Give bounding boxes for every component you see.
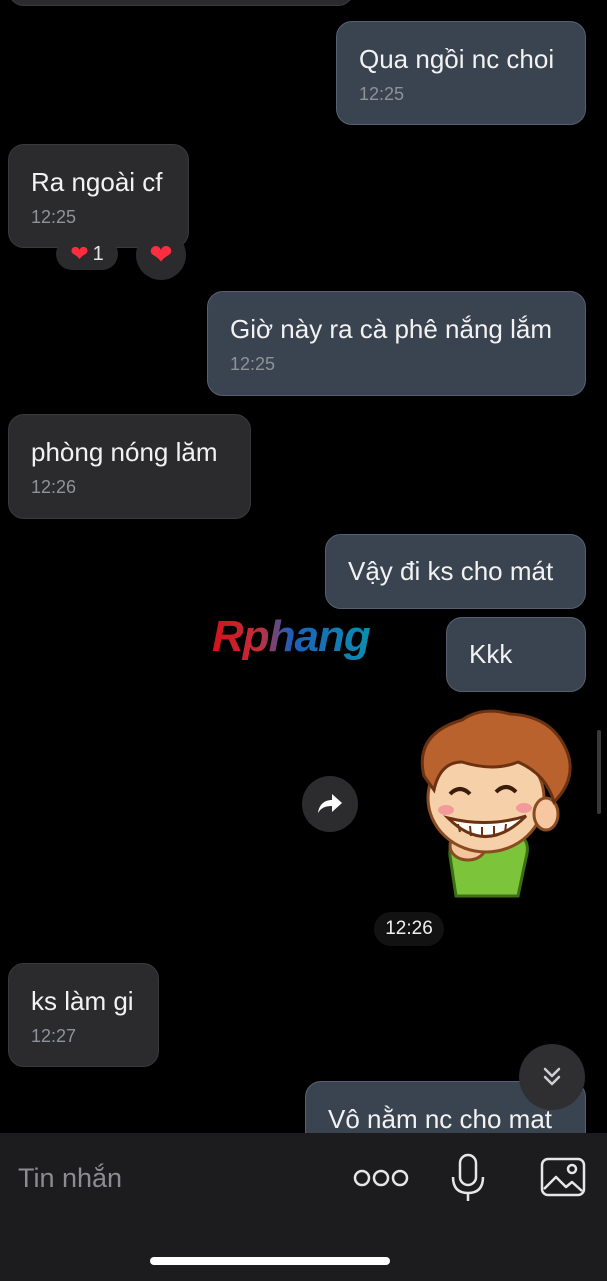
message-bubble-outgoing[interactable]: Kkk (446, 617, 586, 692)
message-time: 12:26 (31, 477, 77, 497)
reaction-count: 1 (92, 242, 104, 265)
home-indicator[interactable] (150, 1257, 390, 1265)
message-bubble-outgoing[interactable]: Vậy đi ks cho mát (325, 534, 586, 609)
message-bubble-incoming[interactable]: phòng nóng lăm 12:26 (8, 414, 251, 519)
sticker-cartoon-boy (420, 709, 572, 898)
message-time: 12:25 (359, 84, 405, 104)
reaction-count-badge[interactable]: ❤ 1 (56, 238, 118, 270)
message-input[interactable]: Tin nhắn (18, 1153, 318, 1203)
message-time: 12:25 (230, 354, 276, 374)
more-dots-icon (353, 1169, 409, 1187)
microphone-icon (451, 1153, 485, 1201)
chevron-double-down-icon (543, 1067, 561, 1086)
heart-icon: ❤ (149, 239, 173, 270)
message-time: 12:27 (31, 1026, 77, 1046)
more-button[interactable] (352, 1163, 412, 1193)
sticker-time: 12:26 (374, 912, 444, 946)
message-time: 12:25 (31, 207, 77, 227)
message-text: Vậy đi ks cho mát (348, 556, 554, 586)
image-icon (540, 1157, 586, 1197)
message-bubble-outgoing[interactable]: Qua ngồi nc choi 12:25 (336, 21, 586, 125)
message-text: ks làm gi (31, 986, 134, 1016)
gallery-button[interactable] (540, 1157, 586, 1197)
scrollbar[interactable] (597, 730, 601, 814)
message-text: Kkk (469, 639, 513, 669)
heart-icon: ❤ (70, 241, 89, 266)
message-list[interactable]: Qua ngồi nc choi 12:25 Ra ngoài cf 12:25… (0, 0, 607, 1133)
share-forward-icon (318, 794, 342, 813)
message-text: Ra ngoài cf (31, 167, 163, 197)
watermark-logo: Rphang (212, 612, 371, 661)
message-bubble-incoming[interactable]: ks làm gi 12:27 (8, 963, 159, 1067)
message-bubble-partial[interactable] (8, 0, 354, 6)
message-text: Qua ngồi nc choi (359, 44, 555, 74)
message-text: phòng nóng lăm (31, 437, 218, 467)
message-text: Giờ này ra cà phê nắng lắm (230, 314, 553, 344)
message-bubble-outgoing[interactable]: Giờ này ra cà phê nắng lắm 12:25 (207, 291, 586, 396)
add-reaction-button[interactable]: ❤ (136, 230, 186, 280)
voice-record-button[interactable] (448, 1153, 488, 1203)
forward-button[interactable] (302, 776, 358, 832)
scroll-to-bottom-button[interactable] (519, 1044, 585, 1110)
message-text: Vô nằm nc cho mat (328, 1104, 552, 1133)
sticker-message[interactable] (400, 706, 580, 902)
